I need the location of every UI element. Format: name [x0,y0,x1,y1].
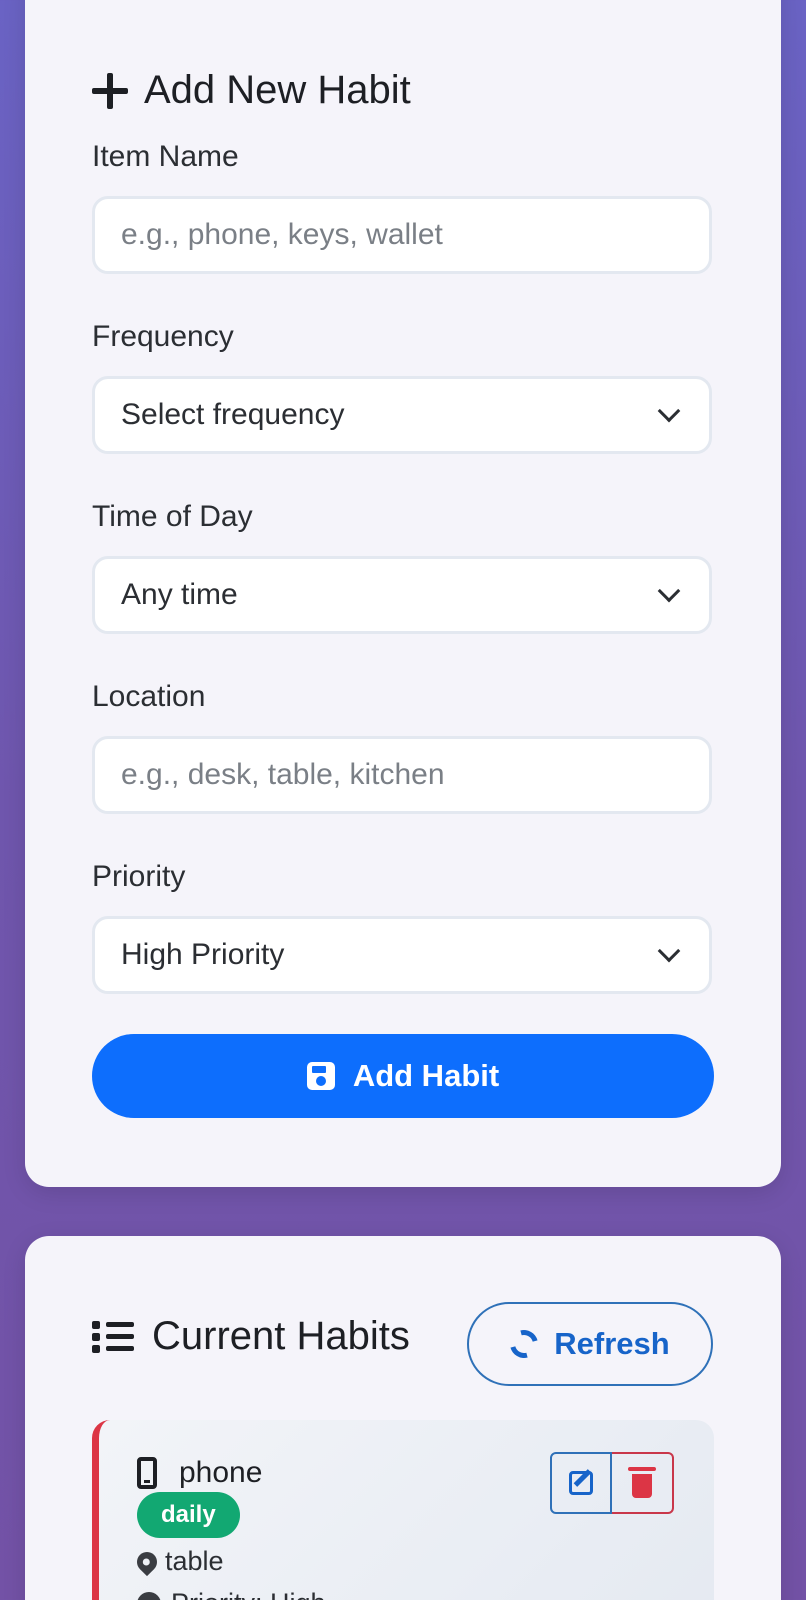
habit-list-item: phone daily table Priority: High [92,1420,714,1600]
item-name-label: Item Name [92,140,239,173]
priority-label: Priority [92,860,186,893]
form-title: Add New Habit [92,68,411,113]
location-label: Location [92,680,206,713]
map-pin-icon [132,1547,162,1576]
add-habit-card: Add New Habit Item Name Frequency Select… [25,0,781,1187]
item-name-input[interactable] [92,196,712,274]
frequency-select[interactable]: Select frequency [92,376,712,454]
add-habit-button-label: Add Habit [352,1058,500,1093]
plus-icon [92,72,128,109]
form-title-text: Add New Habit [144,68,411,112]
delete-habit-button[interactable] [612,1452,674,1514]
frequency-label: Frequency [92,320,234,353]
habit-name: phone [179,1456,263,1489]
info-circle-icon [137,1591,161,1600]
habit-location-row: table [132,1546,224,1577]
add-habit-button[interactable]: Add Habit [92,1034,714,1118]
trash-icon [628,1467,656,1498]
frequency-badge: daily [137,1492,240,1538]
refresh-icon [505,1324,544,1364]
time-of-day-selected-value: Any time [121,578,238,611]
frequency-selected-value: Select frequency [121,398,345,431]
chevron-down-icon [657,939,681,963]
habit-name-row: phone [137,1456,262,1490]
habits-list-title-text: Current Habits [152,1314,410,1358]
habits-list-title: Current Habits [92,1314,410,1359]
priority-selected-value: High Priority [121,938,285,971]
edit-habit-button[interactable] [550,1452,612,1514]
current-habits-card: Current Habits Refresh phone daily table… [25,1236,781,1600]
time-of-day-select[interactable]: Any time [92,556,712,634]
habit-location: table [165,1546,224,1576]
chevron-down-icon [657,579,681,603]
habit-actions [550,1452,674,1514]
habit-priority: Priority: High [171,1588,326,1600]
location-input[interactable] [92,736,712,814]
save-icon [306,1062,335,1090]
time-of-day-label: Time of Day [92,500,253,533]
refresh-button[interactable]: Refresh [467,1302,713,1386]
refresh-button-label: Refresh [554,1326,670,1361]
mobile-phone-icon [137,1457,157,1489]
chevron-down-icon [657,399,681,423]
list-icon [92,1319,134,1355]
priority-select[interactable]: High Priority [92,916,712,994]
habit-priority-row: Priority: High [137,1588,326,1600]
edit-icon [569,1471,593,1495]
